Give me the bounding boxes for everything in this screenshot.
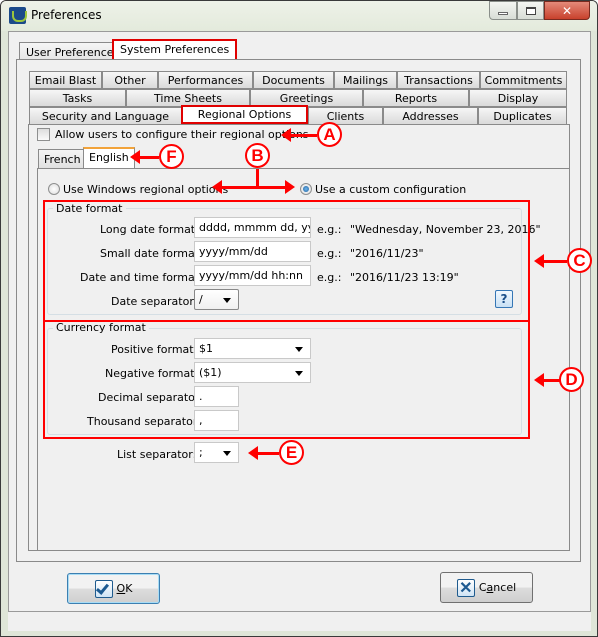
- window-title: Preferences: [31, 8, 102, 22]
- preferences-window: Preferences ✕ User Preferences System Pr…: [0, 0, 598, 637]
- tab-system-preferences[interactable]: System Preferences: [112, 39, 238, 61]
- status-bar: [8, 611, 591, 631]
- tab-display[interactable]: Display: [469, 89, 567, 107]
- close-icon: ✕: [561, 3, 573, 18]
- tab-english[interactable]: English: [83, 147, 135, 168]
- tab-security-and-language[interactable]: Security and Language: [29, 107, 182, 125]
- callout-c: C: [567, 248, 592, 273]
- callout-d: D: [559, 367, 584, 392]
- tab-mailings[interactable]: Mailings: [334, 71, 397, 89]
- app-icon: [9, 7, 27, 24]
- callout-a: A: [317, 122, 342, 147]
- ok-label: OK: [116, 582, 133, 595]
- tab-transactions[interactable]: Transactions: [397, 71, 480, 89]
- minimize-button[interactable]: [489, 1, 517, 20]
- allow-users-checkbox[interactable]: [37, 128, 50, 141]
- tab-email-blast[interactable]: Email Blast: [29, 71, 102, 89]
- tab-documents[interactable]: Documents: [253, 71, 334, 89]
- callout-b: B: [245, 143, 270, 168]
- allow-users-label[interactable]: Allow users to configure their regional …: [55, 128, 309, 141]
- maximize-icon: [525, 6, 536, 15]
- list-separator-select[interactable]: ;: [194, 442, 239, 463]
- maximize-button[interactable]: [517, 1, 544, 20]
- annotation-arrow-e: [248, 446, 279, 460]
- tab-addresses[interactable]: Addresses: [383, 107, 478, 125]
- custom-config-radio[interactable]: [300, 183, 312, 195]
- annotation-arrow-a: [281, 128, 317, 142]
- annotation-arrow-b: [212, 180, 295, 194]
- tab-performances[interactable]: Performances: [158, 71, 253, 89]
- close-button[interactable]: ✕: [544, 1, 590, 20]
- list-separator-label: List separator:: [117, 448, 197, 461]
- annotation-arrow-c: [534, 254, 567, 268]
- annotation-box-d: [43, 320, 530, 439]
- minimize-icon: [498, 12, 508, 15]
- checkmark-icon: [94, 579, 113, 598]
- tab-reports[interactable]: Reports: [363, 89, 469, 107]
- windows-options-radio[interactable]: [48, 183, 60, 195]
- title-bar[interactable]: Preferences ✕: [1, 1, 597, 31]
- annotation-stem-b: [256, 169, 259, 187]
- cancel-x-icon: ✕: [456, 578, 475, 597]
- tab-french[interactable]: French: [38, 149, 87, 168]
- tab-other[interactable]: Other: [102, 71, 158, 89]
- tab-regional-options[interactable]: Regional Options: [181, 105, 308, 124]
- tab-commitments[interactable]: Commitments: [480, 71, 567, 89]
- callout-e: E: [279, 440, 304, 465]
- tab-clients[interactable]: Clients: [308, 107, 383, 125]
- ok-button[interactable]: OK: [67, 573, 160, 604]
- cancel-label: Cancel: [478, 581, 517, 594]
- tab-tasks[interactable]: Tasks: [29, 89, 126, 107]
- callout-f: F: [159, 144, 184, 169]
- annotation-box-c: [43, 200, 530, 322]
- cancel-button[interactable]: ✕ Cancel: [440, 572, 533, 603]
- windows-options-label[interactable]: Use Windows regional options: [63, 183, 228, 196]
- custom-config-label[interactable]: Use a custom configuration: [315, 183, 466, 196]
- tab-duplicates[interactable]: Duplicates: [478, 107, 567, 125]
- annotation-arrow-f: [130, 150, 159, 164]
